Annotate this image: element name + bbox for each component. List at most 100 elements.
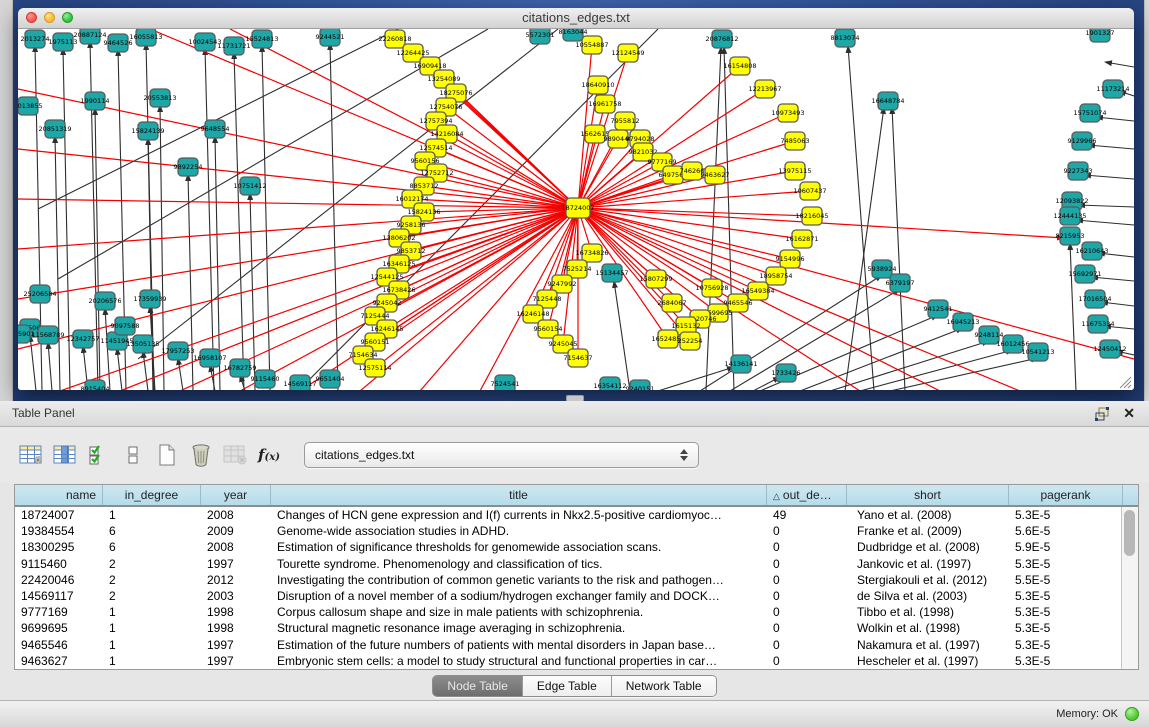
cited-node[interactable]: 16734826 — [575, 244, 608, 262]
cited-node[interactable]: 16154808 — [723, 57, 756, 75]
network-node[interactable]: 3013855 — [18, 97, 42, 115]
network-node[interactable]: 11675334 — [1081, 315, 1114, 333]
network-node[interactable]: 9464526 — [104, 34, 133, 52]
network-node[interactable]: 8215953 — [1056, 227, 1085, 245]
network-node[interactable]: 15692971 — [1068, 265, 1101, 283]
network-node[interactable]: 2013274 — [21, 30, 50, 48]
network-canvas[interactable]: 1872400722260818122644251690941813254089… — [18, 29, 1134, 390]
select-columns-icon[interactable] — [48, 439, 82, 471]
column-header-pagerank[interactable]: pagerank — [1009, 485, 1123, 505]
network-node[interactable]: 20887124 — [73, 29, 106, 44]
network-node[interactable]: 9097588 — [111, 317, 140, 335]
close-panel-icon[interactable]: ✕ — [1123, 401, 1135, 426]
network-node[interactable]: 9648554 — [201, 120, 230, 138]
network-node[interactable]: 8813074 — [831, 29, 860, 47]
network-node[interactable]: 25206584 — [23, 285, 56, 303]
network-node[interactable]: 16210643 — [1075, 242, 1108, 260]
cited-node[interactable]: 12124549 — [611, 44, 644, 62]
memory-status-label[interactable]: Memory: OK — [1056, 708, 1118, 720]
network-node[interactable]: 20553813 — [143, 89, 176, 107]
network-node[interactable]: 9240151 — [626, 380, 655, 390]
network-node[interactable]: 5572301 — [526, 29, 555, 44]
network-node[interactable]: 15134457 — [595, 264, 628, 282]
network-node[interactable]: 6379197 — [886, 274, 915, 292]
network-node[interactable]: 16354112 — [593, 377, 626, 390]
row-height-icon[interactable] — [116, 439, 150, 471]
table-row[interactable]: 1938455462009Genome-wide association stu… — [15, 523, 1138, 539]
network-node[interactable]: 9129966 — [1068, 132, 1097, 150]
cited-node[interactable]: 252254 — [678, 332, 703, 350]
cited-node[interactable]: 9463627 — [701, 166, 730, 184]
table-row[interactable]: 1872400712008Changes of HCN gene express… — [15, 507, 1138, 523]
column-header-name[interactable]: name — [15, 485, 103, 505]
close-window-button[interactable] — [26, 12, 37, 23]
cited-node[interactable]: 2684067 — [658, 294, 687, 312]
network-node[interactable]: 8915404 — [81, 380, 110, 390]
network-node[interactable]: 9244521 — [316, 29, 345, 46]
network-node[interactable]: 11173214 — [1096, 80, 1129, 98]
network-node[interactable]: 7524541 — [491, 375, 520, 390]
network-node[interactable]: 20206576 — [88, 292, 121, 310]
table-row[interactable]: 977716911998Corpus callosum shape and si… — [15, 604, 1138, 620]
cited-node[interactable]: 10607437 — [793, 182, 826, 200]
minimize-window-button[interactable] — [44, 12, 55, 23]
scrollbar-thumb[interactable] — [1124, 510, 1135, 556]
table-scrollbar[interactable] — [1121, 507, 1138, 669]
network-node[interactable]: 1733426 — [772, 364, 801, 382]
table-settings-icon[interactable] — [14, 439, 48, 471]
network-node[interactable]: 16958107 — [193, 349, 226, 367]
cited-node[interactable]: 7955812 — [611, 112, 640, 130]
cited-node[interactable]: 12213967 — [748, 80, 781, 98]
zoom-window-button[interactable] — [62, 12, 73, 23]
network-node[interactable]: 17359939 — [133, 290, 166, 308]
network-node[interactable]: 20876812 — [705, 30, 738, 48]
column-header-title[interactable]: title — [271, 485, 767, 505]
cited-node[interactable]: 18640910 — [581, 76, 614, 94]
network-node[interactable]: 12342757 — [66, 330, 99, 348]
cited-node[interactable]: 9154996 — [776, 250, 805, 268]
network-node[interactable]: 1990114 — [81, 92, 110, 110]
network-node[interactable]: 9115460 — [251, 370, 280, 388]
network-node[interactable]: 1901327 — [1086, 29, 1115, 42]
column-header-in_degree[interactable]: in_degree — [103, 485, 201, 505]
cited-node[interactable]: 7154637 — [564, 349, 593, 367]
cited-node[interactable]: 7485063 — [781, 132, 810, 150]
function-builder-icon[interactable]: f(x) — [252, 439, 286, 471]
table-row[interactable]: 1456911722003Disruption of a novel membe… — [15, 588, 1138, 604]
tab-network-table[interactable]: Network Table — [612, 676, 716, 696]
network-node[interactable]: 9412541 — [924, 300, 953, 318]
float-window-icon[interactable] — [1095, 407, 1111, 421]
network-node[interactable]: 20851319 — [38, 120, 71, 138]
table-row[interactable]: 2242004622012Investigating the contribut… — [15, 572, 1138, 588]
column-header-out_de[interactable]: △out_de… — [767, 485, 847, 505]
network-node[interactable]: 17016504 — [1078, 290, 1111, 308]
network-node[interactable]: 16648784 — [871, 92, 904, 110]
column-header-short[interactable]: short — [847, 485, 1009, 505]
network-node[interactable]: 15751074 — [1073, 104, 1106, 122]
cited-node[interactable]: 16162871 — [785, 230, 818, 248]
table-row[interactable]: 946554611997Estimation of the future num… — [15, 637, 1138, 653]
citation-network-graph[interactable]: 1872400722260818122644251690941813254089… — [18, 29, 1134, 390]
hub-node[interactable]: 18724007 — [561, 198, 594, 218]
table-row[interactable]: 946362711997Embryonic stem cells: a mode… — [15, 653, 1138, 669]
network-node[interactable]: 12444135 — [1053, 207, 1086, 225]
network-node[interactable]: 9227343 — [1064, 162, 1093, 180]
select-all-columns-icon[interactable] — [82, 439, 116, 471]
network-node[interactable]: 9651404 — [316, 370, 345, 388]
column-header-year[interactable]: year — [201, 485, 271, 505]
table-row[interactable]: 969969511998Structural magnetic resonanc… — [15, 620, 1138, 636]
network-node[interactable]: 9892254 — [174, 158, 203, 176]
cited-node[interactable]: 13975115 — [778, 162, 811, 180]
new-table-icon[interactable] — [150, 439, 184, 471]
tab-node-table[interactable]: Node Table — [433, 676, 523, 696]
table-row[interactable]: 1830029562008Estimation of significance … — [15, 539, 1138, 555]
network-window-titlebar[interactable]: citations_edges.txt — [18, 8, 1134, 29]
tab-edge-table[interactable]: Edge Table — [523, 676, 612, 696]
cited-node[interactable]: 15807299 — [639, 270, 672, 288]
delete-table-icon[interactable] — [184, 439, 218, 471]
network-node[interactable]: 15824139 — [131, 122, 164, 140]
table-row[interactable]: 911546021997Tourette syndrome. Phenomeno… — [15, 556, 1138, 572]
cited-node[interactable]: 10973493 — [771, 104, 804, 122]
resize-grip-icon[interactable] — [1118, 375, 1132, 389]
memory-ok-indicator[interactable] — [1125, 707, 1139, 721]
